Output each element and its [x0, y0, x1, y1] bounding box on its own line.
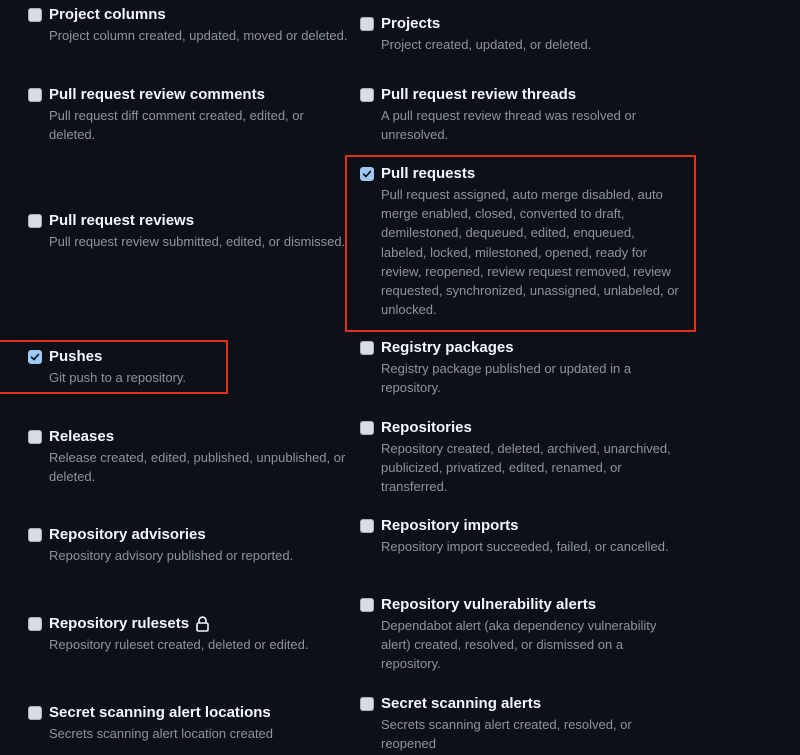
- event-checkbox[interactable]: [360, 598, 374, 612]
- event-releases: Releases Release created, edited, publis…: [28, 427, 349, 486]
- event-description: Registry package published or updated in…: [381, 361, 632, 396]
- event-label[interactable]: Project columns: [49, 5, 166, 25]
- event-checkbox[interactable]: [28, 617, 42, 631]
- event-checkbox[interactable]: [360, 421, 374, 435]
- event-checkbox[interactable]: [28, 350, 42, 364]
- event-description: Dependabot alert (aka dependency vulnera…: [381, 618, 657, 672]
- event-checkbox[interactable]: [360, 167, 374, 181]
- event-label[interactable]: Repositories: [381, 418, 472, 438]
- event-pull-request-reviews: Pull request reviews Pull request review…: [28, 211, 349, 251]
- event-checkbox[interactable]: [360, 17, 374, 31]
- lock-icon: [196, 616, 209, 632]
- event-label[interactable]: Secret scanning alerts: [381, 694, 541, 714]
- event-label[interactable]: Projects: [381, 14, 440, 34]
- event-label[interactable]: Repository imports: [381, 516, 519, 536]
- event-pull-request-review-comments: Pull request review comments Pull reques…: [28, 85, 349, 144]
- event-description: Project created, updated, or deleted.: [381, 37, 592, 52]
- event-secret-scanning-alert-locations: Secret scanning alert locations Secrets …: [28, 703, 349, 743]
- event-description: Repository ruleset created, deleted or e…: [49, 637, 309, 652]
- event-description: Secrets scanning alert created, resolved…: [381, 717, 632, 752]
- event-label[interactable]: Pushes: [49, 347, 102, 367]
- event-description: Git push to a repository.: [49, 370, 187, 385]
- event-pull-requests: Pull requests Pull request assigned, aut…: [360, 164, 681, 319]
- event-checkbox[interactable]: [28, 528, 42, 542]
- event-projects: Projects Project created, updated, or de…: [360, 14, 681, 54]
- event-label[interactable]: Repository vulnerability alerts: [381, 595, 596, 615]
- event-label[interactable]: Releases: [49, 427, 114, 447]
- event-project-columns: Project columns Project column created, …: [28, 5, 349, 45]
- event-label[interactable]: Pull request review threads: [381, 85, 576, 105]
- event-description: Repository created, deleted, archived, u…: [381, 441, 671, 495]
- event-checkbox[interactable]: [28, 88, 42, 102]
- event-repositories: Repositories Repository created, deleted…: [360, 418, 681, 497]
- event-label[interactable]: Pull request reviews: [49, 211, 194, 231]
- event-registry-packages: Registry packages Registry package publi…: [360, 338, 681, 397]
- event-checkbox[interactable]: [360, 697, 374, 711]
- event-label[interactable]: Secret scanning alert locations: [49, 703, 271, 723]
- event-repository-vulnerability-alerts: Repository vulnerability alerts Dependab…: [360, 595, 681, 674]
- webhook-events-grid: Project columns Project column created, …: [0, 0, 800, 755]
- event-description: Repository import succeeded, failed, or …: [381, 539, 669, 554]
- event-pull-request-review-threads: Pull request review threads A pull reque…: [360, 85, 681, 144]
- event-description: Release created, edited, published, unpu…: [49, 450, 346, 485]
- event-checkbox[interactable]: [360, 519, 374, 533]
- event-description: Pull request review submitted, edited, o…: [49, 234, 346, 249]
- event-description: Pull request assigned, auto merge disabl…: [381, 187, 679, 318]
- event-repository-imports: Repository imports Repository import suc…: [360, 516, 681, 556]
- event-label[interactable]: Pull request review comments: [49, 85, 265, 105]
- event-description: Secrets scanning alert location created: [49, 726, 274, 741]
- event-checkbox[interactable]: [28, 214, 42, 228]
- event-checkbox[interactable]: [28, 706, 42, 720]
- event-checkbox[interactable]: [360, 341, 374, 355]
- event-label[interactable]: Repository rulesets: [49, 614, 189, 634]
- event-checkbox[interactable]: [28, 8, 42, 22]
- event-description: Project column created, updated, moved o…: [49, 28, 348, 43]
- event-repository-rulesets: Repository rulesets Repository ruleset c…: [28, 614, 349, 654]
- event-secret-scanning-alerts: Secret scanning alerts Secrets scanning …: [360, 694, 681, 753]
- event-pushes: Pushes Git push to a repository.: [28, 347, 349, 387]
- event-description: A pull request review thread was resolve…: [381, 108, 637, 143]
- event-repository-advisories: Repository advisories Repository advisor…: [28, 525, 349, 565]
- event-label[interactable]: Registry packages: [381, 338, 514, 358]
- event-checkbox[interactable]: [28, 430, 42, 444]
- event-label[interactable]: Pull requests: [381, 164, 475, 184]
- event-checkbox[interactable]: [360, 88, 374, 102]
- event-label[interactable]: Repository advisories: [49, 525, 206, 545]
- event-description: Pull request diff comment created, edite…: [49, 108, 304, 143]
- event-description: Repository advisory published or reporte…: [49, 548, 294, 563]
